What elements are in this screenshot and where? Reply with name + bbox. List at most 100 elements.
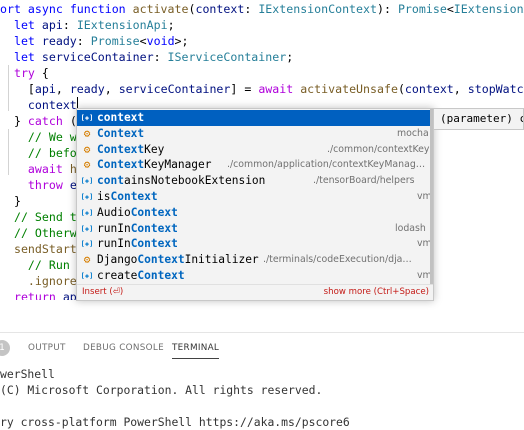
code-token: serviceContainer: [41, 50, 154, 64]
suggestion-label: context: [97, 110, 144, 126]
code-token: Promise: [90, 34, 140, 48]
suggestion-label: DjangoContextInitializer: [97, 252, 259, 268]
code-line[interactable]: ort async function activate(context: IEx…: [0, 1, 524, 17]
code-token: await: [0, 162, 70, 176]
code-token: {: [41, 66, 49, 80]
code-line[interactable]: let ready: Promise<void>;: [0, 33, 189, 49]
class-icon: ⚙: [83, 158, 91, 172]
suggestion-label-part: Context: [137, 269, 185, 282]
code-token: // befo: [0, 146, 77, 160]
suggestion-scrollbar[interactable]: [430, 109, 433, 285]
suggestion-label-part: Context: [130, 221, 178, 235]
variable-icon: [◈]: [80, 272, 94, 280]
code-token: throw: [0, 178, 70, 192]
suggestion-label-part: Context: [130, 237, 178, 251]
code-line[interactable]: context: [0, 97, 78, 113]
suggestion-item[interactable]: [◈] containsNotebookExtension ./tensorBoar…: [77, 173, 433, 189]
suggestion-label-part: Context: [97, 126, 145, 140]
suggestion-item[interactable]: ⚙ Context mocha: [77, 126, 433, 142]
suggestion-label: Context: [97, 126, 144, 142]
suggestion-item[interactable]: ⚙ DjangoContextInitializer ./terminals/cod…: [77, 252, 433, 268]
code-token: IExtensionApi: [453, 2, 524, 16]
suggestion-label: isContext: [97, 189, 158, 205]
code-line[interactable]: await h: [0, 161, 77, 177]
tab-debug-console[interactable]: DEBUG CONSOLE: [83, 343, 164, 353]
suggestion-label: runInContext: [97, 236, 178, 252]
code-line[interactable]: .ignore: [0, 273, 77, 289]
code-token: ,: [453, 82, 468, 96]
variable-icon: [◈]: [80, 208, 94, 217]
terminal-line: ry cross-platform PowerShell https://aka…: [0, 415, 350, 429]
suggestion-label: ContextKeyManager: [97, 157, 212, 173]
insert-hint[interactable]: Insert (⏎): [82, 285, 123, 300]
code-line[interactable]: let serviceContainer: IServiceContainer;: [0, 49, 293, 65]
code-line[interactable]: [api, ready, serviceContainer] = await a…: [0, 81, 524, 97]
code-line[interactable]: // We w: [0, 129, 77, 145]
code-token: }: [0, 194, 21, 208]
code-token: ;: [286, 50, 294, 64]
suggestion-widget[interactable]: [◈] context ⚙ Context mocha ⚙ ContextKey ./comm…: [76, 108, 434, 301]
suggestion-item[interactable]: [◈] isContext vm: [77, 189, 433, 205]
suggestion-item[interactable]: [◈] runInContext lodash: [77, 221, 433, 237]
variable-icon: [◈]: [80, 114, 94, 122]
terminal-line: werShell: [0, 367, 55, 381]
code-token: .ignore: [0, 274, 77, 288]
code-line[interactable]: throw e: [0, 177, 77, 193]
suggestion-item[interactable]: [◈] context: [77, 110, 433, 126]
code-token: void: [146, 34, 175, 48]
code-token: // Run: [0, 258, 77, 272]
suggestion-label-part: runIn: [97, 237, 131, 251]
code-token: api: [41, 18, 63, 32]
code-token: catch: [27, 114, 70, 128]
variable-icon: [◈]: [80, 177, 94, 186]
code-token: ,: [55, 82, 70, 96]
code-line[interactable]: let api: IExtensionApi;: [0, 17, 175, 33]
suggestion-item[interactable]: [◈] runInContext vm: [77, 236, 433, 252]
code-token: stopWatch: [467, 82, 524, 96]
suggestion-label-part: Context: [97, 142, 145, 156]
code-token: IExtensionApi: [76, 18, 168, 32]
tab-terminal[interactable]: TERMINAL: [172, 343, 220, 359]
suggestion-item[interactable]: [◈] createContext vm: [77, 268, 433, 284]
class-icon: ⚙: [83, 126, 91, 140]
code-token: return: [0, 290, 63, 300]
suggestion-label-part: KeyManager: [144, 158, 212, 172]
suggestion-item[interactable]: ⚙ ContextKeyManager ./common/application/c…: [77, 157, 433, 173]
code-token: context: [195, 2, 245, 16]
code-token: api: [34, 82, 56, 96]
code-token: IExtensionContext: [258, 2, 377, 16]
code-token: [: [0, 82, 35, 96]
code-token: >;: [174, 34, 189, 48]
code-token: context: [0, 98, 77, 112]
code-token: try: [0, 66, 42, 80]
indent-guide: [8, 65, 9, 111]
class-icon: ⚙: [83, 253, 91, 267]
suggestion-label-part: runIn: [97, 221, 131, 235]
code-token: async: [27, 2, 70, 16]
code-line[interactable]: // befo: [0, 145, 77, 161]
code-token: let: [0, 18, 42, 32]
code-token: let: [0, 50, 42, 64]
problems-count-badge: 1: [0, 340, 10, 356]
tab-output[interactable]: OUTPUT: [28, 343, 66, 353]
code-line[interactable]: // Run: [0, 257, 77, 273]
code-token: function: [69, 2, 133, 16]
suggestion-label-part: Audio: [97, 205, 131, 219]
suggestion-label-part: cont: [97, 174, 124, 188]
class-icon: ⚙: [83, 142, 91, 156]
code-token: ;: [167, 18, 175, 32]
show-more-link[interactable]: show more (Ctrl+Space): [324, 285, 429, 300]
code-token: :: [153, 50, 168, 64]
variable-icon: [◈]: [80, 240, 94, 249]
suggestion-item[interactable]: ⚙ ContextKey ./common/contextKey: [77, 142, 433, 158]
suggestion-source: ./common/application/contextKeyManag…: [227, 159, 426, 171]
code-token: }: [0, 114, 28, 128]
code-token: // We w: [0, 130, 77, 144]
suggestion-item[interactable]: [◈] AudioContext: [77, 205, 433, 221]
code-line[interactable]: }: [0, 193, 21, 209]
code-token: serviceContainer: [118, 82, 231, 96]
code-token: ready: [69, 82, 105, 96]
code-token: activateUnsafe: [300, 82, 398, 96]
suggestion-label: runInContext: [97, 221, 178, 237]
indent-guide: [8, 129, 9, 175]
